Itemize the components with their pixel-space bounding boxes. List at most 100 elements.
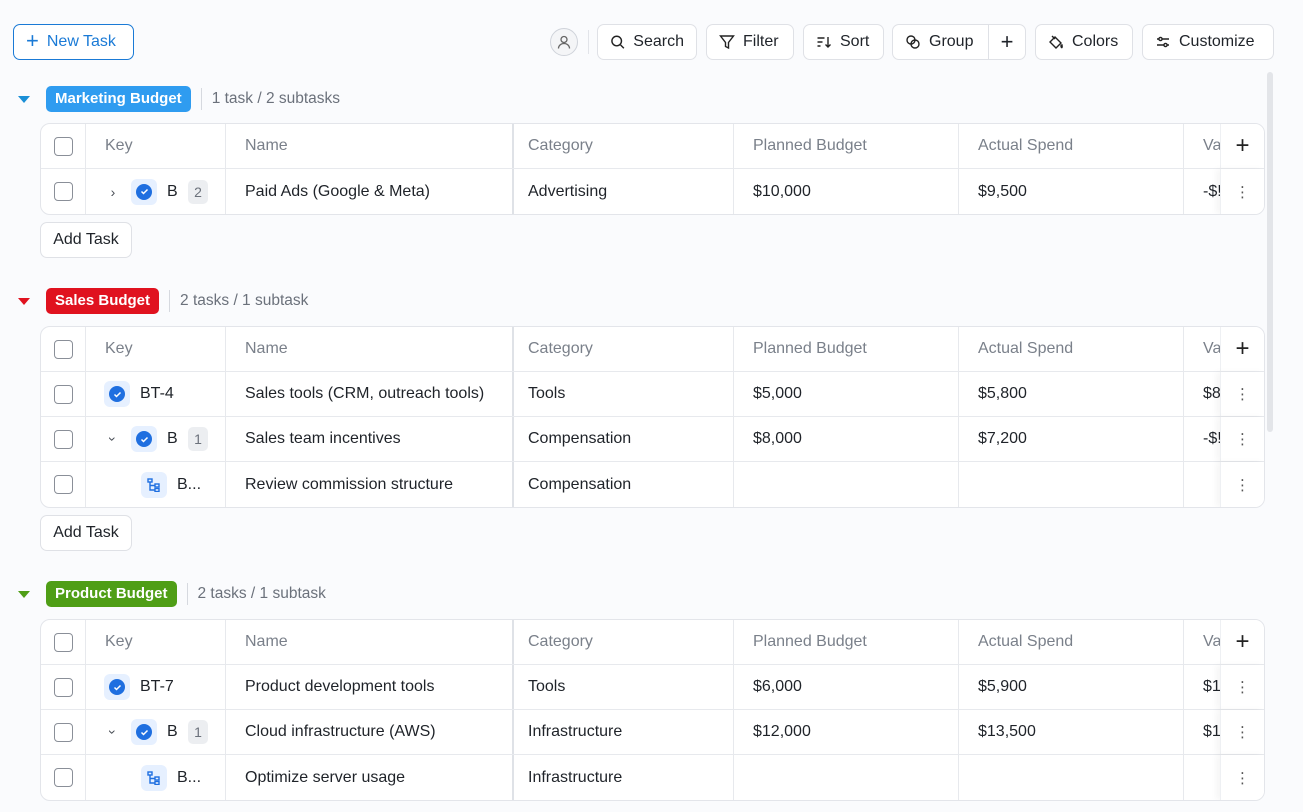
group-button[interactable]: Group bbox=[892, 24, 989, 60]
add-task-button[interactable]: Add Task bbox=[40, 515, 132, 551]
collapse-caret-icon[interactable] bbox=[18, 297, 30, 305]
task-name[interactable]: Paid Ads (Google & Meta) bbox=[245, 169, 430, 214]
table-row[interactable]: BT-7 Product development tools Tools $6,… bbox=[41, 665, 1264, 710]
vertical-scrollbar[interactable] bbox=[1267, 72, 1273, 432]
task-name[interactable]: Product development tools bbox=[245, 665, 434, 709]
row-checkbox[interactable] bbox=[54, 710, 73, 754]
task-planned-budget[interactable]: $6,000 bbox=[753, 665, 802, 709]
task-key[interactable]: BT-7 bbox=[140, 665, 174, 709]
task-planned-budget[interactable]: $12,000 bbox=[753, 710, 811, 754]
collapse-chevron-icon[interactable]: › bbox=[105, 710, 121, 754]
select-all-checkbox[interactable] bbox=[54, 327, 73, 371]
subtask-icon bbox=[141, 462, 167, 507]
task-category[interactable]: Infrastructure bbox=[528, 710, 622, 754]
collapse-caret-icon[interactable] bbox=[18, 590, 30, 598]
column-header-key[interactable]: Key bbox=[105, 124, 133, 168]
task-actual-spend[interactable]: $13,500 bbox=[978, 710, 1036, 754]
row-menu-icon[interactable]: ⋮ bbox=[1220, 169, 1264, 214]
row-checkbox[interactable] bbox=[54, 665, 73, 709]
task-category[interactable]: Tools bbox=[528, 665, 565, 709]
group-label: Group bbox=[929, 33, 974, 50]
new-task-button[interactable]: + New Task bbox=[13, 24, 134, 60]
task-actual-spend[interactable]: $7,200 bbox=[978, 417, 1027, 461]
row-checkbox[interactable] bbox=[54, 755, 73, 800]
select-all-checkbox[interactable] bbox=[54, 620, 73, 664]
add-task-button[interactable]: Add Task bbox=[40, 222, 132, 258]
row-menu-icon[interactable]: ⋮ bbox=[1220, 462, 1264, 507]
column-header-key[interactable]: Key bbox=[105, 327, 133, 371]
add-column-button[interactable]: + bbox=[1220, 124, 1264, 168]
customize-button[interactable]: Customize bbox=[1142, 24, 1274, 60]
colors-button[interactable]: Colors bbox=[1035, 24, 1133, 60]
group-count: 2 tasks / 1 subtask bbox=[180, 292, 309, 309]
column-header-name[interactable]: Name bbox=[245, 620, 288, 664]
sort-button[interactable]: Sort bbox=[803, 24, 884, 60]
task-actual-spend[interactable]: $5,900 bbox=[978, 665, 1027, 709]
column-header-actual-spend[interactable]: Actual Spend bbox=[978, 620, 1073, 664]
row-menu-icon[interactable]: ⋮ bbox=[1220, 665, 1264, 709]
task-key[interactable]: B bbox=[167, 417, 178, 461]
collapse-chevron-icon[interactable]: › bbox=[105, 417, 121, 461]
table-row[interactable]: BT-4 Sales tools (CRM, outreach tools) T… bbox=[41, 372, 1264, 417]
task-planned-budget[interactable]: $10,000 bbox=[753, 169, 811, 214]
row-checkbox[interactable] bbox=[54, 417, 73, 461]
row-menu-icon[interactable]: ⋮ bbox=[1220, 755, 1264, 800]
task-actual-spend[interactable]: $9,500 bbox=[978, 169, 1027, 214]
customize-label: Customize bbox=[1179, 33, 1255, 50]
row-menu-icon[interactable]: ⋮ bbox=[1220, 710, 1264, 754]
task-actual-spend[interactable]: $5,800 bbox=[978, 372, 1027, 416]
expand-chevron-icon[interactable]: › bbox=[105, 169, 121, 214]
filter-button[interactable]: Filter bbox=[706, 24, 794, 60]
add-column-button[interactable]: + bbox=[1220, 620, 1264, 664]
task-name[interactable]: Optimize server usage bbox=[245, 755, 405, 800]
table-row[interactable]: B... Optimize server usage Infrastructur… bbox=[41, 755, 1264, 800]
task-category[interactable]: Advertising bbox=[528, 169, 607, 214]
table-row[interactable]: › B 2 Paid Ads (Google & Meta) Advertisi… bbox=[41, 169, 1264, 214]
task-key[interactable]: B... bbox=[177, 462, 201, 507]
task-category[interactable]: Infrastructure bbox=[528, 755, 622, 800]
column-header-planned-budget[interactable]: Planned Budget bbox=[753, 327, 867, 371]
column-header-category[interactable]: Category bbox=[528, 124, 593, 168]
column-header-key[interactable]: Key bbox=[105, 620, 133, 664]
column-header-name[interactable]: Name bbox=[245, 124, 288, 168]
user-icon bbox=[557, 35, 571, 49]
column-header-category[interactable]: Category bbox=[528, 327, 593, 371]
column-header-category[interactable]: Category bbox=[528, 620, 593, 664]
task-planned-budget[interactable]: $8,000 bbox=[753, 417, 802, 461]
task-name[interactable]: Cloud infrastructure (AWS) bbox=[245, 710, 436, 754]
task-key[interactable]: B... bbox=[177, 755, 201, 800]
task-category[interactable]: Tools bbox=[528, 372, 565, 416]
add-column-button[interactable]: + bbox=[1220, 327, 1264, 371]
assignee-avatar-button[interactable] bbox=[550, 28, 578, 56]
column-header-actual-spend[interactable]: Actual Spend bbox=[978, 327, 1073, 371]
table-row[interactable]: › B 1 Sales team incentives Compensation… bbox=[41, 417, 1264, 462]
row-menu-icon[interactable]: ⋮ bbox=[1220, 417, 1264, 461]
column-header-actual-spend[interactable]: Actual Spend bbox=[978, 124, 1073, 168]
task-category[interactable]: Compensation bbox=[528, 417, 631, 461]
task-table-product: Key Name Category Planned Budget Actual … bbox=[40, 619, 1265, 801]
task-status-icon bbox=[131, 169, 157, 214]
table-row[interactable]: B... Review commission structure Compens… bbox=[41, 462, 1264, 507]
row-checkbox[interactable] bbox=[54, 169, 73, 214]
task-key[interactable]: BT-4 bbox=[140, 372, 174, 416]
column-header-planned-budget[interactable]: Planned Budget bbox=[753, 620, 867, 664]
collapse-caret-icon[interactable] bbox=[18, 95, 30, 103]
row-checkbox[interactable] bbox=[54, 372, 73, 416]
column-header-name[interactable]: Name bbox=[245, 327, 288, 371]
row-menu-icon[interactable]: ⋮ bbox=[1220, 372, 1264, 416]
select-all-checkbox[interactable] bbox=[54, 124, 73, 168]
search-button[interactable]: Search bbox=[597, 24, 697, 60]
task-name[interactable]: Sales tools (CRM, outreach tools) bbox=[245, 372, 484, 416]
group-count: 1 task / 2 subtasks bbox=[211, 90, 341, 107]
task-name[interactable]: Review commission structure bbox=[245, 462, 453, 507]
task-key[interactable]: B bbox=[167, 169, 178, 214]
table-row[interactable]: › B 1 Cloud infrastructure (AWS) Infrast… bbox=[41, 710, 1264, 755]
add-group-button[interactable]: + bbox=[988, 24, 1026, 60]
task-name[interactable]: Sales team incentives bbox=[245, 417, 401, 461]
column-header-planned-budget[interactable]: Planned Budget bbox=[753, 124, 867, 168]
divider bbox=[200, 88, 202, 110]
task-category[interactable]: Compensation bbox=[528, 462, 631, 507]
task-key[interactable]: B bbox=[167, 710, 178, 754]
row-checkbox[interactable] bbox=[54, 462, 73, 507]
task-planned-budget[interactable]: $5,000 bbox=[753, 372, 802, 416]
